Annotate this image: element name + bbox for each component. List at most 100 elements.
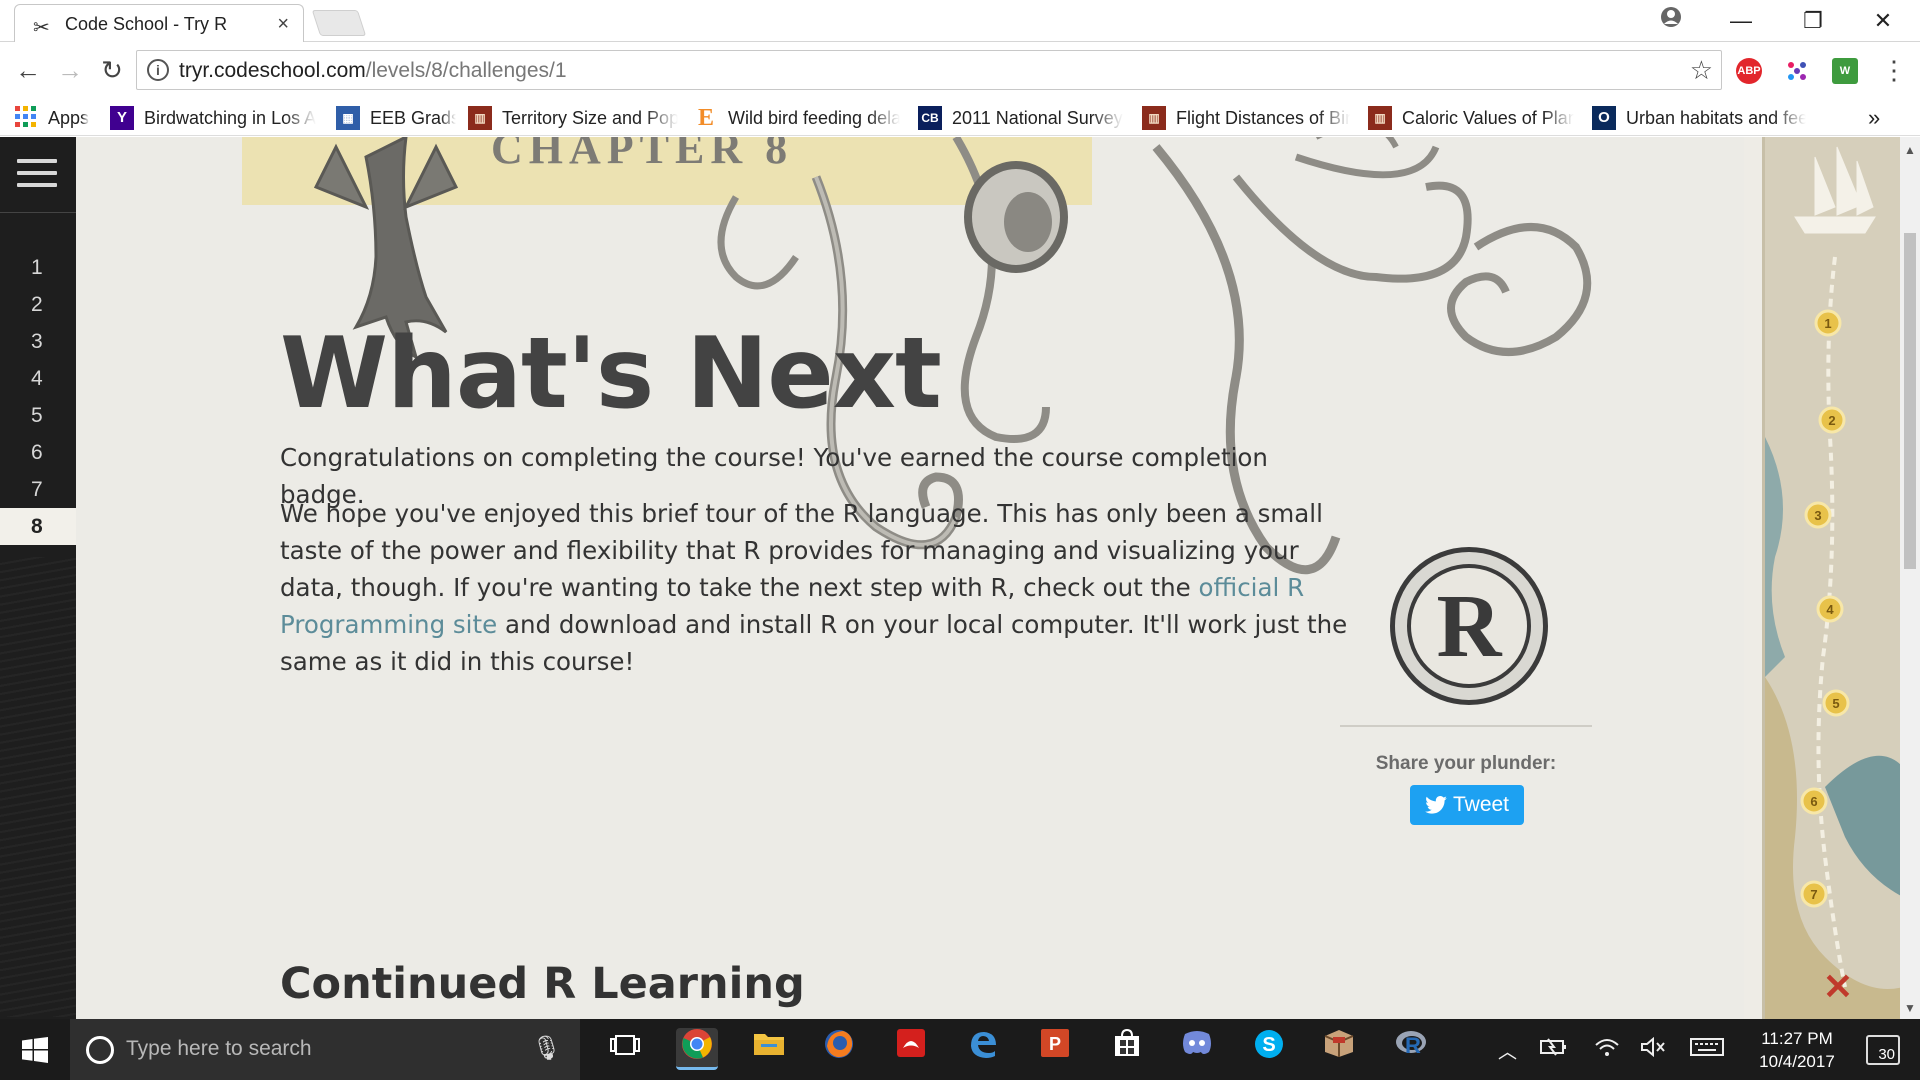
acrobat-icon[interactable] [890, 1028, 932, 1070]
map-stop-3[interactable]: 3 [1804, 501, 1832, 529]
bookmark-star-icon[interactable]: ☆ [1690, 55, 1713, 86]
windows-taskbar: Type here to search 🎙 P S R ︿ 11:27 PM 1… [0, 1019, 1920, 1080]
bookmark-wild-bird-feeding[interactable]: E Wild bird feeding delays [694, 104, 900, 132]
forward-arrow-icon[interactable]: → [50, 50, 90, 90]
taskbar-search-box[interactable]: Type here to search 🎙 [70, 1019, 580, 1080]
map-stop-4[interactable]: 4 [1816, 595, 1844, 623]
tweet-button[interactable]: Tweet [1410, 785, 1524, 825]
scroll-up-icon[interactable]: ▲ [1904, 143, 1916, 157]
calendar-icon: ▦ [336, 106, 360, 130]
new-tab-button[interactable] [311, 10, 367, 36]
action-center-icon[interactable]: 30 [1866, 1035, 1900, 1065]
level-link-7[interactable]: 7 [0, 471, 76, 508]
bookmark-flight-distances[interactable]: ▥Flight Distances of Birds [1142, 104, 1350, 132]
clock-date: 10/4/2017 [1759, 1052, 1835, 1071]
tab-title: Code School - Try R [65, 14, 228, 34]
svg-text:P: P [1049, 1034, 1061, 1054]
bookmark-apps[interactable]: Apps [14, 104, 94, 132]
site-info-icon[interactable]: i [147, 59, 169, 81]
bookmark-territory-size[interactable]: ▥Territory Size and Population [468, 104, 678, 132]
level-link-6[interactable]: 6 [0, 434, 76, 471]
oxford-icon: O [1592, 106, 1616, 130]
shield-extension-icon[interactable]: W [1832, 58, 1858, 84]
browser-tab[interactable]: ✂ Code School - Try R × [14, 4, 304, 42]
level-link-1[interactable]: 1 [0, 249, 76, 286]
adblock-plus-icon[interactable]: ABP [1736, 58, 1762, 84]
bookmarks-overflow-button[interactable]: » [1868, 104, 1898, 132]
jstor-icon: ▥ [1142, 106, 1166, 130]
level-link-4[interactable]: 4 [0, 360, 76, 397]
address-bar[interactable]: i tryr.codeschool.com/levels/8/challenge… [136, 50, 1722, 90]
svg-text:5: 5 [1832, 696, 1839, 711]
task-view-icon[interactable] [604, 1028, 646, 1070]
discord-icon[interactable] [1176, 1028, 1218, 1070]
store-icon[interactable] [1106, 1028, 1148, 1070]
edge-icon[interactable] [962, 1028, 1004, 1070]
scroll-down-icon[interactable]: ▼ [1904, 1001, 1916, 1015]
microphone-icon[interactable]: 🎙 [532, 1034, 562, 1063]
next-steps-paragraph: We hope you've enjoyed this brief tour o… [280, 499, 1348, 676]
map-stops: 1 2 3 4 5 6 7 ✕ [1800, 309, 1853, 1007]
file-explorer-icon[interactable] [748, 1028, 790, 1070]
close-window-button[interactable]: ✕ [1848, 4, 1918, 38]
svg-text:2: 2 [1828, 413, 1835, 428]
tray-overflow-icon[interactable]: ︿ [1498, 1037, 1517, 1064]
volume-muted-icon[interactable] [1640, 1036, 1666, 1063]
svg-text:R: R [1405, 1033, 1421, 1058]
bookmark-eeb-grads[interactable]: ▦ EEB Grads [336, 104, 456, 132]
powerpoint-icon[interactable]: P [1034, 1028, 1076, 1070]
battery-icon[interactable] [1540, 1037, 1568, 1063]
level-link-2[interactable]: 2 [0, 286, 76, 323]
skype-icon[interactable]: S [1248, 1028, 1290, 1070]
restore-button[interactable]: ❐ [1778, 4, 1848, 38]
chrome-menu-icon[interactable]: ⋮ [1874, 50, 1914, 90]
system-clock[interactable]: 11:27 PM 10/4/2017 [1738, 1027, 1856, 1073]
level-link-5[interactable]: 5 [0, 397, 76, 434]
apps-grid-icon [14, 106, 38, 130]
bookmark-national-survey[interactable]: CB 2011 National Survey [918, 104, 1124, 132]
back-arrow-icon[interactable]: ← [8, 50, 48, 90]
scrollbar-thumb[interactable] [1904, 233, 1916, 569]
chrome-taskbar-icon[interactable] [676, 1028, 718, 1070]
svg-text:1: 1 [1824, 316, 1831, 331]
package-app-icon[interactable] [1318, 1028, 1360, 1070]
url-text[interactable]: tryr.codeschool.com/levels/8/challenges/… [179, 59, 567, 83]
jstor-icon: ▥ [468, 106, 492, 130]
cb-icon: CB [918, 106, 942, 130]
svg-text:4: 4 [1826, 602, 1834, 617]
browser-toolbar: ← → ↻ i tryr.codeschool.com/levels/8/cha… [0, 42, 1920, 100]
sidebar-texture [0, 557, 76, 1017]
bookmarks-bar: Apps YBirdwatching in Los Angeles ▦EEB G… [0, 100, 1920, 136]
keyboard-icon[interactable] [1690, 1037, 1724, 1063]
tab-close-icon[interactable]: × [277, 13, 289, 36]
hamburger-menu-icon[interactable] [17, 159, 57, 195]
dots-extension-icon[interactable] [1784, 58, 1810, 84]
cortana-icon [86, 1036, 114, 1064]
bookmark-urban-habitats[interactable]: OUrban habitats and feeders [1592, 104, 1806, 132]
firefox-icon[interactable] [818, 1028, 860, 1070]
vertical-scrollbar[interactable]: ▲ ▼ [1900, 137, 1920, 1019]
elsevier-icon: E [697, 105, 714, 131]
challenge-content: CHAPTER 8 What's Next Congratulations on… [76, 137, 1744, 1019]
bookmark-caloric-values[interactable]: ▥ Caloric Values of Plants [1368, 104, 1574, 132]
map-stop-2[interactable]: 2 [1818, 406, 1846, 434]
svg-text:6: 6 [1810, 794, 1817, 809]
reload-icon[interactable]: ↻ [92, 50, 132, 90]
page-viewport: 1 2 3 4 5 6 7 8 CHAPTER 8 What's Next Co… [0, 137, 1920, 1019]
yahoo-icon: Y [110, 106, 134, 130]
minimize-button[interactable]: — [1706, 4, 1776, 38]
windows-start-icon[interactable] [22, 1037, 48, 1063]
wifi-icon[interactable] [1594, 1037, 1620, 1063]
profile-icon[interactable] [1636, 4, 1706, 38]
course-completion-badge-icon: R [1390, 547, 1548, 705]
map-stop-1[interactable]: 1 [1814, 309, 1842, 337]
map-stop-6[interactable]: 6 [1800, 787, 1828, 815]
continued-learning-heading: Continued R Learning [280, 959, 805, 1009]
svg-text:S: S [1262, 1034, 1275, 1056]
bookmark-birdwatching[interactable]: YBirdwatching in Los Angeles [110, 104, 316, 132]
r-app-icon[interactable]: R [1390, 1028, 1432, 1070]
level-link-3[interactable]: 3 [0, 323, 76, 360]
map-stop-5[interactable]: 5 [1822, 689, 1850, 717]
search-placeholder: Type here to search [126, 1037, 312, 1060]
map-stop-7[interactable]: 7 [1800, 880, 1828, 908]
